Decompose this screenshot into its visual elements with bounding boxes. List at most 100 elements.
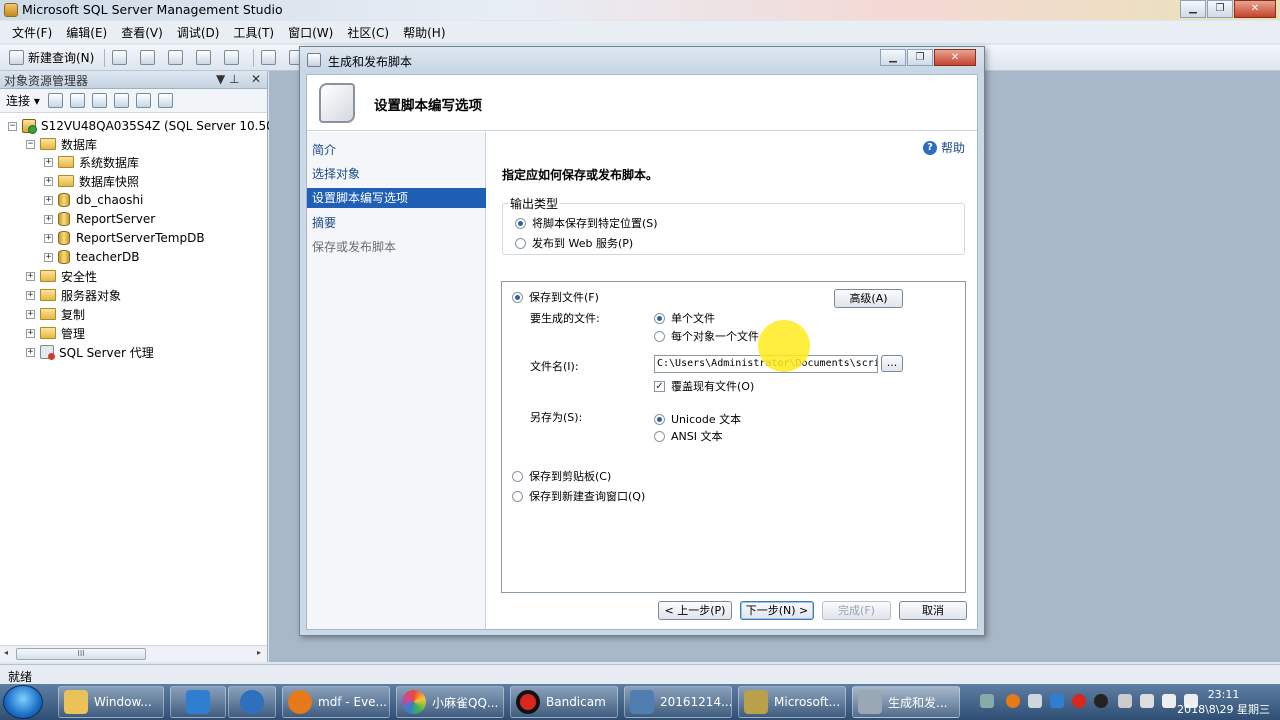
scroll-right-icon[interactable]: ▸ xyxy=(257,648,261,657)
previous-button[interactable]: < 上一步(P) xyxy=(658,601,732,620)
tree-node-reportserver[interactable]: + ReportServer xyxy=(44,210,155,228)
expand-icon[interactable]: + xyxy=(26,347,35,357)
horizontal-scrollbar[interactable]: ◂ III ▸ xyxy=(0,645,267,662)
user-icon[interactable] xyxy=(1028,694,1042,708)
menu-help[interactable]: 帮助(H) xyxy=(397,24,451,41)
nav-item-scripting-options[interactable]: 设置脚本编写选项 xyxy=(307,188,486,208)
disconnect-icon[interactable] xyxy=(69,93,85,108)
tree-node-system-databases[interactable]: + 系统数据库 xyxy=(44,153,139,171)
search-tray-icon[interactable] xyxy=(1006,694,1020,708)
dialog-maximize-button[interactable]: ❐ xyxy=(907,49,933,66)
expand-icon[interactable]: + xyxy=(26,328,35,338)
activity-monitor-icon[interactable] xyxy=(157,93,173,108)
expand-icon[interactable]: + xyxy=(26,271,35,281)
filter-icon[interactable] xyxy=(113,93,129,108)
tree-node-database-snapshots[interactable]: + 数据库快照 xyxy=(44,172,139,190)
menu-debug[interactable]: 调试(D) xyxy=(171,24,226,41)
ansi-text-radio[interactable]: ANSI 文本 xyxy=(654,428,722,444)
menu-window[interactable]: 窗口(W) xyxy=(282,24,339,41)
taskbar-item-everything[interactable]: mdf - Eve... xyxy=(282,686,390,718)
tree-node-databases[interactable]: − 数据库 xyxy=(26,135,97,153)
tree-node-security[interactable]: + 安全性 xyxy=(26,267,97,285)
help-link[interactable]: ? 帮助 xyxy=(922,139,965,156)
save-to-new-query-radio[interactable]: 保存到新建查询窗口(Q) xyxy=(512,488,645,504)
taskbar-item-qq[interactable]: 小麻雀QQ... xyxy=(396,686,504,718)
scrollbar-thumb[interactable]: III xyxy=(16,648,146,660)
cancel-button[interactable]: 取消 xyxy=(899,601,967,620)
expand-icon[interactable]: + xyxy=(44,195,53,205)
nav-item-intro[interactable]: 简介 xyxy=(307,140,486,160)
expand-icon[interactable]: + xyxy=(44,252,53,262)
toolbar-button-3[interactable] xyxy=(165,48,190,68)
dialog-close-button[interactable]: ✕ xyxy=(934,49,976,66)
file-name-input[interactable]: C:\Users\Administrator\Documents\script xyxy=(654,355,878,373)
clock[interactable]: 23:11 2018\8\29 星期三 xyxy=(1177,687,1270,717)
qq-tray-icon[interactable] xyxy=(1094,694,1108,708)
toolbar-button-4[interactable] xyxy=(193,48,218,68)
flag-icon[interactable] xyxy=(1140,694,1154,708)
tree-node-db-chaoshi[interactable]: + db_chaoshi xyxy=(44,191,143,209)
save-to-clipboard-radio[interactable]: 保存到剪贴板(C) xyxy=(512,468,611,484)
refresh-icon[interactable] xyxy=(135,93,151,108)
connect-dropdown[interactable]: 连接 ▾ xyxy=(6,92,40,109)
advanced-button[interactable]: 高级(A) xyxy=(834,289,903,308)
save-to-file-radio[interactable]: 保存到文件(F) xyxy=(512,289,599,305)
tree-node-sql-agent[interactable]: + SQL Server 代理 xyxy=(26,343,154,361)
open-file-button[interactable] xyxy=(258,48,283,68)
taskbar-item-bandicam[interactable]: Bandicam xyxy=(510,686,618,718)
tree-node-reportservertempdb[interactable]: + ReportServerTempDB xyxy=(44,229,205,247)
collapse-icon[interactable]: − xyxy=(26,139,35,149)
menu-file[interactable]: 文件(F) xyxy=(6,24,58,41)
expand-icon[interactable]: + xyxy=(44,157,53,167)
save-to-location-radio[interactable]: 将脚本保存到特定位置(S) xyxy=(515,215,658,231)
menu-edit[interactable]: 编辑(E) xyxy=(60,24,113,41)
menu-tools[interactable]: 工具(T) xyxy=(227,24,280,41)
tree-node-teacherdb[interactable]: + teacherDB xyxy=(44,248,139,266)
next-button[interactable]: 下一步(N) > xyxy=(740,601,814,620)
panel-close-icon[interactable]: ✕ xyxy=(251,72,261,86)
close-button[interactable]: ✕ xyxy=(1234,0,1276,18)
network-tray-icon[interactable] xyxy=(1050,694,1064,708)
stop-icon[interactable] xyxy=(91,93,107,108)
collapse-icon[interactable]: − xyxy=(8,121,17,131)
expand-icon[interactable]: + xyxy=(26,309,35,319)
one-file-per-object-radio[interactable]: 每个对象一个文件 xyxy=(654,328,759,344)
chat-tray-icon[interactable] xyxy=(1118,694,1132,708)
menu-view[interactable]: 查看(V) xyxy=(115,24,169,41)
menu-community[interactable]: 社区(C) xyxy=(341,24,395,41)
taskbar-item-ssms[interactable]: Microsoft... xyxy=(738,686,846,718)
expand-icon[interactable]: + xyxy=(26,290,35,300)
panel-pin-icon[interactable]: ▼ ⊥ xyxy=(216,72,240,86)
keyboard-icon[interactable] xyxy=(980,694,994,708)
toolbar-button-1[interactable] xyxy=(109,48,134,68)
maximize-button[interactable]: ❐ xyxy=(1207,0,1233,18)
expand-icon[interactable]: + xyxy=(44,233,53,243)
scroll-left-icon[interactable]: ◂ xyxy=(4,648,8,657)
tree-node-replication[interactable]: + 复制 xyxy=(26,305,85,323)
toolbar-button-5[interactable] xyxy=(221,48,246,68)
signal-icon[interactable] xyxy=(1162,694,1176,708)
publish-web-radio[interactable]: 发布到 Web 服务(P) xyxy=(515,235,633,251)
start-button[interactable] xyxy=(3,685,43,719)
expand-icon[interactable]: + xyxy=(44,214,53,224)
nav-item-summary[interactable]: 摘要 xyxy=(307,213,486,233)
tree-node-server[interactable]: − S12VU48QA035S4Z (SQL Server 10.50.16 xyxy=(8,117,293,135)
record-tray-icon[interactable] xyxy=(1072,694,1086,708)
taskbar-item-app-3[interactable] xyxy=(228,686,276,718)
toolbar-button-2[interactable] xyxy=(137,48,162,68)
new-query-button[interactable]: 新建查询(N) xyxy=(6,48,97,68)
minimize-button[interactable]: ▁ xyxy=(1180,0,1206,18)
tree-node-management[interactable]: + 管理 xyxy=(26,324,85,342)
browse-button[interactable]: ... xyxy=(881,355,903,372)
taskbar-item-explorer[interactable]: Window... xyxy=(58,686,164,718)
taskbar-item-generate-scripts[interactable]: 生成和发... xyxy=(852,686,960,718)
unicode-text-radio[interactable]: Unicode 文本 xyxy=(654,411,741,427)
taskbar-item-video[interactable]: 20161214... xyxy=(624,686,732,718)
taskbar-item-app-2[interactable] xyxy=(170,686,226,718)
nav-item-choose-objects[interactable]: 选择对象 xyxy=(307,164,486,184)
overwrite-checkbox[interactable]: ✓ 覆盖现有文件(O) xyxy=(654,378,754,394)
single-file-radio[interactable]: 单个文件 xyxy=(654,310,715,326)
tree-node-server-objects[interactable]: + 服务器对象 xyxy=(26,286,121,304)
connect-icon[interactable] xyxy=(47,93,63,108)
dialog-minimize-button[interactable]: ▁ xyxy=(880,49,906,66)
